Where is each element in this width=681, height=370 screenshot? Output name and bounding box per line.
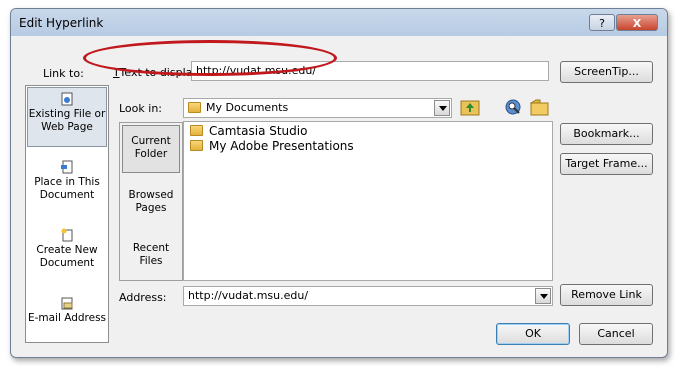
dialog-title: Edit Hyperlink bbox=[19, 16, 104, 30]
list-item[interactable]: My Adobe Presentations bbox=[190, 139, 354, 154]
file-name: Camtasia Studio bbox=[209, 124, 308, 138]
tab-label: Files bbox=[139, 255, 163, 267]
link-item-label: Existing File or bbox=[28, 108, 106, 120]
tab-recent-files[interactable]: Recent Files bbox=[122, 242, 180, 268]
tab-label: Pages bbox=[135, 202, 167, 214]
tab-label: Browsed bbox=[128, 189, 174, 201]
document-place-icon bbox=[61, 160, 73, 174]
ok-button[interactable]: OK bbox=[496, 323, 570, 345]
link-to-existing-file[interactable]: Existing File or Web Page bbox=[27, 87, 107, 147]
link-item-label: Create New bbox=[36, 244, 98, 256]
tab-browsed-pages[interactable]: Browsed Pages bbox=[122, 189, 180, 215]
chevron-down-icon[interactable] bbox=[535, 288, 551, 304]
new-document-icon bbox=[61, 228, 73, 242]
look-in-value: My Documents bbox=[206, 101, 289, 114]
help-icon: ? bbox=[599, 17, 605, 30]
link-to-label: Link to: bbox=[43, 67, 84, 80]
chevron-down-icon[interactable] bbox=[434, 100, 450, 116]
link-item-label: Web Page bbox=[41, 121, 93, 133]
address-label: Address: bbox=[119, 291, 167, 304]
link-item-label: Place in This bbox=[34, 176, 100, 188]
close-icon: X bbox=[632, 17, 642, 30]
look-in-label: Look in: bbox=[119, 102, 162, 115]
link-to-create-new-document[interactable]: Create New Document bbox=[27, 224, 107, 284]
tab-label: Folder bbox=[134, 148, 168, 160]
folder-icon bbox=[190, 125, 203, 136]
help-button[interactable]: ? bbox=[589, 14, 615, 31]
link-item-label: Document bbox=[39, 189, 95, 201]
list-item[interactable]: Camtasia Studio bbox=[190, 124, 307, 139]
browse-web-icon[interactable] bbox=[503, 97, 523, 117]
up-one-folder-icon[interactable] bbox=[460, 97, 480, 117]
tab-current-folder[interactable]: Current Folder bbox=[122, 125, 180, 173]
browse-scope-tabs: Current Folder Browsed Pages Recent File… bbox=[119, 122, 183, 281]
title-bar: Edit Hyperlink ? X bbox=[11, 9, 667, 36]
link-item-label: E-mail Address bbox=[27, 312, 107, 324]
folder-icon bbox=[188, 102, 201, 113]
folder-icon bbox=[190, 140, 203, 151]
bookmark-button[interactable]: Bookmark... bbox=[560, 123, 653, 145]
link-to-email-address[interactable]: E-mail Address bbox=[27, 292, 107, 352]
web-page-icon bbox=[61, 92, 73, 106]
edit-hyperlink-dialog: Edit Hyperlink ? X Link to: TText to dis… bbox=[10, 8, 668, 358]
tab-label: Recent bbox=[132, 242, 170, 254]
address-value: http://vudat.msu.edu/ bbox=[188, 289, 309, 302]
link-item-label: Document bbox=[39, 257, 95, 269]
email-icon bbox=[61, 297, 73, 310]
file-list[interactable]: Camtasia Studio My Adobe Presentations bbox=[183, 121, 553, 281]
text-to-display-label: TText to display: bbox=[113, 66, 202, 79]
tab-label: Current bbox=[131, 135, 171, 147]
browse-file-icon[interactable] bbox=[530, 97, 550, 117]
remove-link-button[interactable]: Remove Link bbox=[560, 284, 653, 306]
link-to-bar: Existing File or Web Page Place in This … bbox=[25, 85, 109, 343]
close-button[interactable]: X bbox=[616, 14, 658, 31]
cancel-button[interactable]: Cancel bbox=[579, 323, 653, 345]
link-to-place-in-document[interactable]: Place in This Document bbox=[27, 156, 107, 216]
target-frame-button[interactable]: Target Frame... bbox=[560, 153, 653, 175]
look-in-dropdown[interactable]: My Documents bbox=[183, 98, 452, 118]
screentip-button[interactable]: ScreenTip... bbox=[560, 61, 653, 83]
dialog-body: Link to: TText to display: http://vudat.… bbox=[15, 37, 661, 353]
text-to-display-input[interactable]: http://vudat.msu.edu/ bbox=[191, 61, 549, 81]
address-input[interactable]: http://vudat.msu.edu/ bbox=[183, 286, 553, 306]
file-name: My Adobe Presentations bbox=[209, 139, 354, 153]
